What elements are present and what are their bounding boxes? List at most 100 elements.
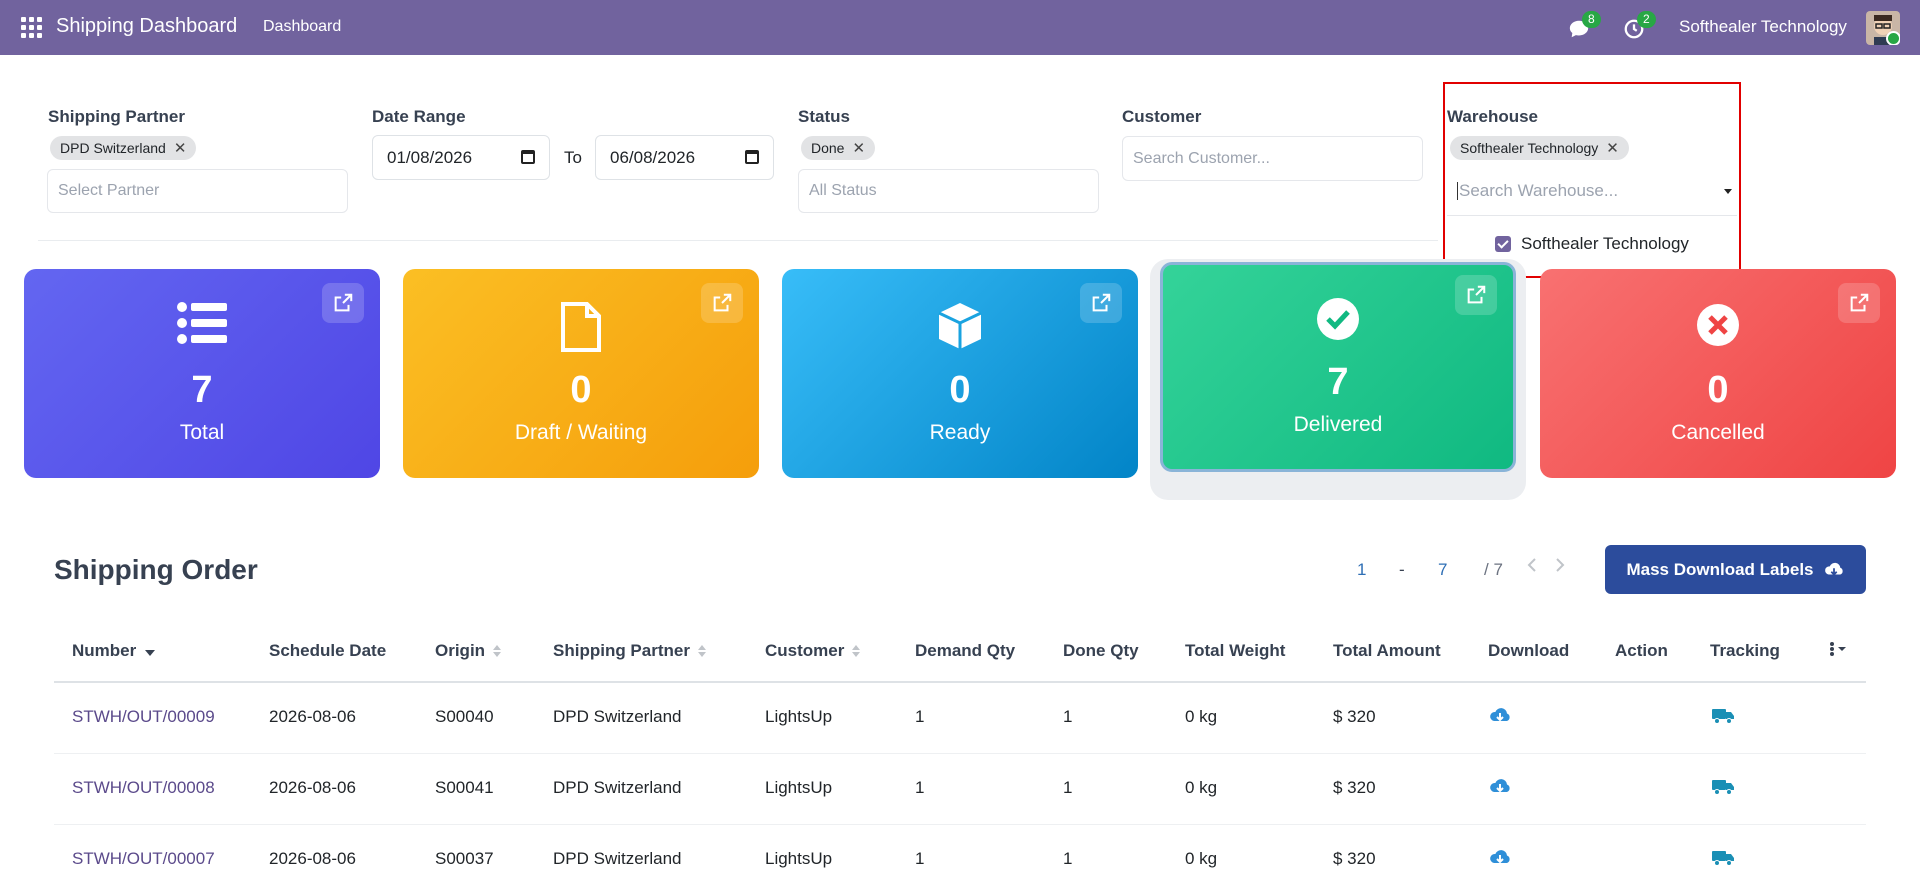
col-customer[interactable]: Customer (765, 641, 861, 661)
remove-partner-tag-icon[interactable]: ✕ (174, 139, 187, 157)
calendar-icon[interactable] (521, 150, 535, 164)
customer-label: Customer (1122, 107, 1202, 126)
download-cloud-icon[interactable] (1487, 848, 1513, 873)
pager-next-icon[interactable] (1555, 557, 1565, 578)
date-from-value: 01/08/2026 (387, 147, 473, 167)
pager-total: / 7 (1484, 560, 1503, 579)
times-circle-icon (1697, 304, 1739, 346)
schedule-date: 2026-08-06 (269, 707, 356, 726)
partner-input[interactable]: Select Partner (47, 169, 348, 213)
origin: S00041 (435, 778, 494, 797)
mass-download-label: Mass Download Labels (1626, 559, 1814, 579)
cloud-download-icon (1824, 562, 1843, 576)
card-total[interactable]: 7 Total (24, 269, 380, 478)
card-delivered[interactable]: 7 Delivered (1160, 262, 1516, 472)
origin: S00040 (435, 707, 494, 726)
status-placeholder: All Status (809, 182, 877, 199)
warehouse-highlight-box (1443, 82, 1741, 278)
check-circle-icon (1317, 298, 1359, 340)
sort-icon (852, 645, 861, 657)
customer: LightsUp (765, 778, 833, 797)
nav-dashboard[interactable]: Dashboard (263, 18, 341, 36)
customer-input[interactable]: Search Customer... (1122, 136, 1423, 181)
customer-placeholder: Search Customer... (1133, 149, 1270, 167)
col-total-weight[interactable]: Total Weight (1185, 641, 1285, 661)
demand-qty: 1 (915, 849, 925, 868)
partner-placeholder: Select Partner (58, 182, 160, 199)
done-qty: 1 (1063, 778, 1073, 797)
total-weight: 0 kg (1185, 849, 1218, 868)
shipping-partner-tag-label: DPD Switzerland (60, 140, 166, 156)
top-navbar: Shipping Dashboard Dashboard 8 2 Softhea… (0, 0, 1920, 55)
card-label: Ready (929, 421, 991, 444)
done-qty: 1 (1063, 707, 1073, 726)
demand-qty: 1 (915, 778, 925, 797)
sort-icon (697, 645, 706, 657)
table-row[interactable]: STWH/OUT/00008 2026-08-06 S00041 DPD Swi… (54, 754, 1866, 825)
customer: LightsUp (765, 849, 833, 868)
col-tracking[interactable]: Tracking (1710, 641, 1780, 661)
total-amount: $ 320 (1333, 707, 1376, 726)
card-count: 7 (1327, 361, 1349, 403)
status-label: Status (798, 107, 850, 126)
truck-icon[interactable] (1711, 849, 1735, 872)
pager-dash: - (1399, 560, 1405, 579)
pager-end[interactable]: 7 (1438, 560, 1447, 580)
user-avatar[interactable] (1866, 11, 1900, 45)
shipping-partner-label: Shipping Partner (48, 107, 185, 126)
shipping-order-title: Shipping Order (54, 554, 258, 585)
messages-button[interactable]: 8 (1568, 11, 1601, 40)
column-settings-icon (1830, 642, 1846, 656)
demand-qty: 1 (915, 707, 925, 726)
truck-icon[interactable] (1711, 707, 1735, 730)
app-title[interactable]: Shipping Dashboard (56, 15, 237, 38)
download-cloud-icon[interactable] (1487, 706, 1513, 731)
card-cancelled[interactable]: 0 Cancelled (1540, 269, 1896, 478)
remove-status-tag-icon[interactable]: ✕ (852, 139, 865, 157)
status-tag-label: Done (811, 140, 845, 156)
apps-menu-icon[interactable] (21, 17, 42, 38)
card-count: 0 (949, 369, 971, 411)
order-number-link[interactable]: STWH/OUT/00008 (72, 778, 215, 798)
card-label: Delivered (1293, 413, 1383, 436)
order-number-link[interactable]: STWH/OUT/00007 (72, 849, 215, 869)
card-label: Cancelled (1671, 421, 1765, 444)
company-switcher[interactable]: Softhealer Technology (1679, 17, 1847, 37)
table-row[interactable]: STWH/OUT/00009 2026-08-06 S00040 DPD Swi… (54, 683, 1866, 754)
col-shipping-partner[interactable]: Shipping Partner (553, 641, 706, 661)
status-input[interactable]: All Status (798, 169, 1099, 213)
shipping-partner: DPD Switzerland (553, 707, 682, 726)
date-range-label: Date Range (372, 107, 466, 126)
pager-start[interactable]: 1 (1357, 560, 1366, 580)
card-ready[interactable]: 0 Ready (782, 269, 1138, 478)
schedule-date: 2026-08-06 (269, 778, 356, 797)
order-number-link[interactable]: STWH/OUT/00009 (72, 707, 215, 727)
optional-columns-toggle[interactable] (1829, 641, 1849, 657)
col-number[interactable]: Number (72, 641, 156, 661)
truck-icon[interactable] (1711, 778, 1735, 801)
date-to-input[interactable]: 06/08/2026 (595, 135, 774, 180)
activities-button[interactable]: 2 (1623, 11, 1656, 40)
calendar-icon[interactable] (745, 150, 759, 164)
col-action[interactable]: Action (1615, 641, 1668, 661)
card-label: Draft / Waiting (514, 421, 648, 444)
col-download[interactable]: Download (1488, 641, 1569, 661)
total-amount: $ 320 (1333, 849, 1376, 868)
col-total-amount[interactable]: Total Amount (1333, 641, 1441, 661)
file-icon (561, 302, 601, 352)
sort-icon (493, 645, 502, 657)
shipping-partner: DPD Switzerland (553, 778, 682, 797)
date-from-input[interactable]: 01/08/2026 (372, 135, 550, 180)
customer: LightsUp (765, 707, 833, 726)
date-to-label: To (564, 148, 582, 167)
download-cloud-icon[interactable] (1487, 777, 1513, 802)
table-row[interactable]: STWH/OUT/00007 2026-08-06 S00037 DPD Swi… (54, 825, 1866, 896)
mass-download-labels-button[interactable]: Mass Download Labels (1605, 545, 1866, 594)
messages-badge: 8 (1582, 11, 1601, 28)
card-draft-waiting[interactable]: 0 Draft / Waiting (403, 269, 759, 478)
col-demand-qty[interactable]: Demand Qty (915, 641, 1015, 661)
col-schedule-date[interactable]: Schedule Date (269, 641, 386, 661)
col-done-qty[interactable]: Done Qty (1063, 641, 1139, 661)
pager-prev-icon[interactable] (1527, 557, 1537, 578)
col-origin[interactable]: Origin (435, 641, 502, 661)
